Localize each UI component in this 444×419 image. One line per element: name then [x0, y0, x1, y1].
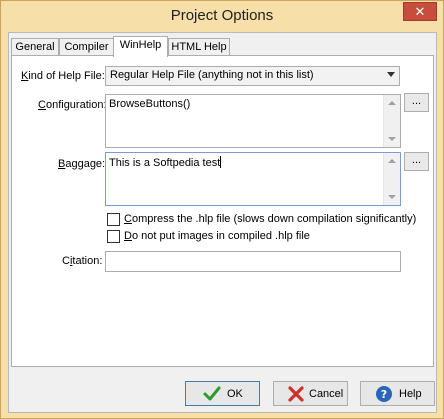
window-title: Project Options: [170, 7, 274, 24]
scroll-up-button[interactable]: [384, 95, 400, 111]
configuration-memo[interactable]: BrowseButtons(): [105, 94, 401, 148]
baggage-value: This is a Softpedia test: [109, 157, 221, 169]
tab-html-help[interactable]: HTML Help: [168, 38, 230, 56]
configuration-scrollbar[interactable]: [383, 95, 400, 147]
text-caret: [220, 156, 222, 168]
configuration-browse-button[interactable]: ...: [404, 93, 429, 112]
label-text: C: [62, 255, 70, 267]
check-icon: [203, 386, 221, 401]
svg-text:?: ?: [381, 388, 387, 401]
x-icon: [288, 386, 304, 402]
scroll-down-button[interactable]: [384, 131, 400, 147]
label-text: ompress the .hlp file (slows down compil…: [131, 213, 417, 225]
baggage-memo[interactable]: This is a Softpedia test: [105, 152, 401, 206]
cancel-button[interactable]: Cancel: [273, 381, 348, 406]
label-mnemonic: C: [124, 213, 132, 225]
configuration-value: BrowseButtons(): [109, 98, 191, 110]
label-mnemonic: D: [124, 230, 132, 242]
label-text: o not put images in compiled .hlp file: [131, 230, 310, 242]
label-text: ind of Help File:: [28, 70, 105, 82]
no-images-checkbox-label[interactable]: Do not put images in compiled .hlp file: [124, 230, 310, 242]
help-label: Help: [399, 388, 422, 400]
ok-label: OK: [227, 388, 243, 400]
baggage-browse-button[interactable]: ...: [404, 152, 429, 171]
project-options-window: Project Options ✕ General Compiler WinHe…: [0, 0, 444, 419]
kind-of-help-file-select[interactable]: Regular Help File (anything not in this …: [105, 66, 400, 86]
kind-of-help-file-value: Regular Help File (anything not in this …: [110, 69, 314, 81]
arrow-down-icon: [388, 137, 396, 141]
kind-of-help-file-label: Kind of Help File:: [21, 70, 105, 82]
baggage-label: Baggage:: [58, 158, 105, 170]
label-mnemonic: C: [38, 99, 46, 111]
tab-compiler[interactable]: Compiler: [59, 38, 114, 56]
tab-label: WinHelp: [119, 39, 162, 51]
ok-button[interactable]: OK: [185, 381, 260, 406]
close-button[interactable]: ✕: [403, 2, 437, 21]
tab-general[interactable]: General: [11, 38, 59, 56]
compress-checkbox[interactable]: [107, 213, 120, 226]
no-images-checkbox[interactable]: [107, 230, 120, 243]
tab-label: Compiler: [64, 41, 109, 53]
dialog-client-area: General Compiler WinHelp HTML Help Kind …: [8, 32, 437, 413]
chevron-down-icon: [387, 72, 395, 77]
cancel-label: Cancel: [309, 388, 344, 400]
help-button[interactable]: ? Help: [360, 381, 435, 406]
tab-label: General: [15, 41, 55, 53]
scroll-down-button[interactable]: [384, 189, 400, 205]
arrow-down-icon: [388, 195, 396, 199]
question-icon: ?: [376, 386, 392, 402]
citation-input[interactable]: [105, 251, 401, 272]
citation-label: Citation:: [62, 255, 102, 267]
configuration-label: Configuration:: [38, 99, 107, 111]
tab-winhelp[interactable]: WinHelp: [113, 36, 168, 57]
compress-checkbox-label[interactable]: Compress the .hlp file (slows down compi…: [124, 213, 416, 225]
label-text: onfiguration:: [45, 99, 107, 111]
scroll-up-button[interactable]: [384, 153, 400, 169]
label-text: tation:: [72, 255, 103, 267]
winhelp-panel: Kind of Help File: Regular Help File (an…: [11, 55, 434, 367]
baggage-scrollbar[interactable]: [383, 153, 400, 205]
arrow-up-icon: [388, 159, 396, 163]
label-text: aggage:: [65, 158, 106, 170]
title-bar[interactable]: Project Options ✕: [1, 1, 443, 31]
arrow-up-icon: [388, 101, 396, 105]
tab-label: HTML Help: [171, 41, 227, 53]
